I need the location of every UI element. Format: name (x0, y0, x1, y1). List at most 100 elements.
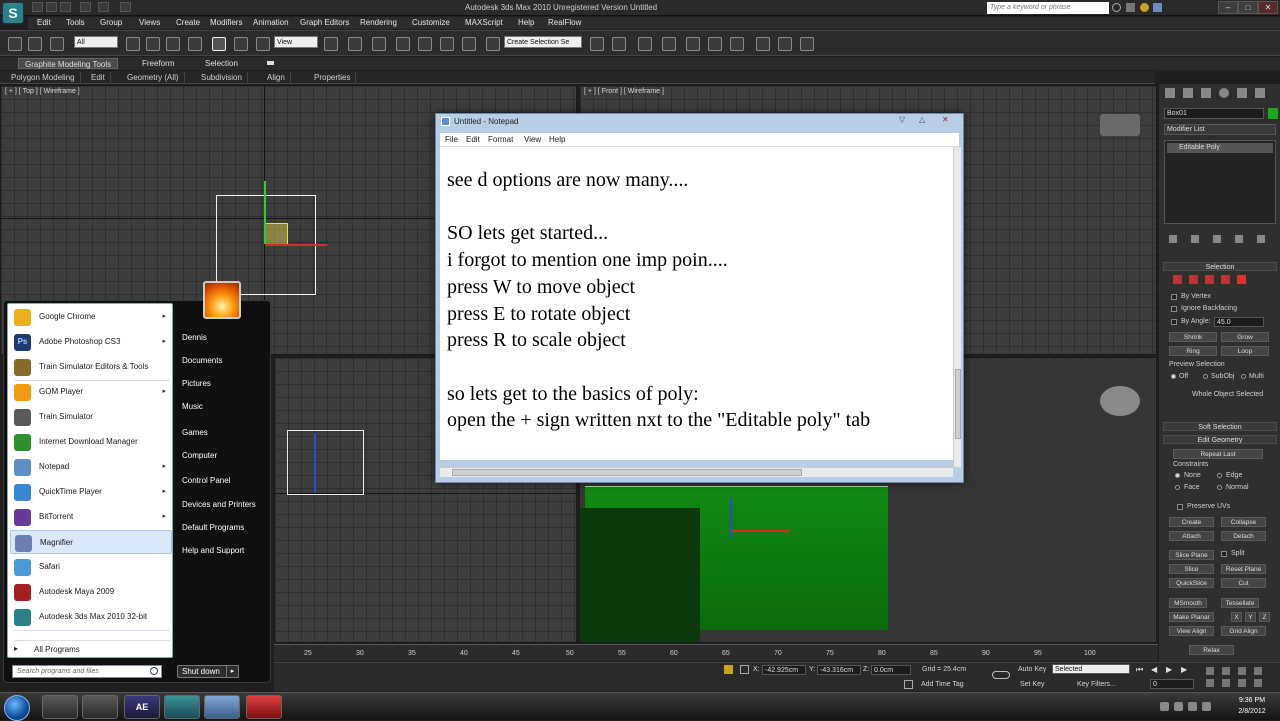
add-time-tag-button[interactable]: Add Time Tag (921, 681, 964, 688)
ignore-backfacing-checkbox[interactable] (1171, 306, 1177, 312)
select-and-move-icon[interactable] (212, 37, 226, 51)
viewport-top-label[interactable]: [ + ] [ Top ] [ Wireframe ] (5, 88, 80, 95)
shrink-button[interactable]: Shrink (1169, 332, 1217, 342)
object-name-field[interactable]: Box01 (1164, 108, 1264, 119)
select-by-name-icon[interactable] (146, 37, 160, 51)
rectangular-selection-icon[interactable] (166, 37, 180, 51)
planarize-z-button[interactable]: Z (1259, 612, 1270, 622)
tray-flag-icon[interactable] (1202, 702, 1211, 711)
element-level-icon[interactable] (1237, 275, 1246, 284)
zoom-extents-icon[interactable] (1238, 667, 1246, 675)
show-end-result-icon[interactable] (1191, 235, 1199, 243)
preview-off-radio[interactable] (1171, 374, 1176, 379)
taskbar-app-recorder[interactable] (246, 695, 282, 719)
start-menu-item[interactable]: QuickTime Player ▸ (10, 480, 172, 504)
notepad-horizontal-scrollbar[interactable] (440, 467, 953, 477)
help-icon[interactable] (1153, 3, 1162, 12)
favorites-icon[interactable] (1140, 3, 1149, 12)
taskbar-app-after-effects[interactable]: AE (124, 695, 160, 719)
modify-tab-icon[interactable] (1183, 88, 1193, 98)
zoom-extents-all-icon[interactable] (1254, 667, 1262, 675)
attach-button[interactable]: Attach (1169, 531, 1214, 541)
current-frame-field[interactable]: 0 (1150, 679, 1194, 689)
start-menu-item[interactable]: Internet Download Manager (10, 430, 172, 454)
tray-arrow-icon[interactable] (1160, 702, 1169, 711)
start-menu-link-computer[interactable]: Computer (182, 451, 217, 460)
key-icon[interactable] (992, 671, 1010, 679)
gizmo-y-axis[interactable] (264, 181, 266, 244)
repeat-last-button[interactable]: Repeat Last (1173, 449, 1263, 459)
start-menu-link-devices-and-printers[interactable]: Devices and Printers (182, 500, 256, 509)
start-menu-item[interactable]: Train Simulator (10, 405, 172, 429)
stack-item-editable-poly[interactable]: Editable Poly (1167, 143, 1273, 153)
minimize-button[interactable]: – (1218, 1, 1238, 14)
detach-button[interactable]: Detach (1221, 531, 1266, 541)
border-level-icon[interactable] (1205, 275, 1214, 284)
panel-edit[interactable]: Edit (86, 72, 111, 83)
ribbon-minimize-icon[interactable] (267, 61, 274, 65)
maximize-button[interactable]: △ (919, 115, 925, 124)
gizmo-x-axis[interactable] (265, 244, 327, 246)
panel-polygon-modeling[interactable]: Polygon Modeling (6, 72, 81, 83)
planarize-y-button[interactable]: Y (1245, 612, 1256, 622)
notepad-menu-view[interactable]: View (524, 135, 541, 144)
menu-edit[interactable]: Edit (37, 18, 51, 27)
edit-named-selection-icon[interactable] (486, 37, 500, 51)
start-menu-item[interactable]: BitTorrent ▸ (10, 505, 172, 529)
edit-geometry-rollout-header[interactable]: Edit Geometry (1163, 435, 1277, 444)
gizmo-z-axis[interactable] (730, 498, 732, 538)
start-menu-item[interactable]: Magnifier (10, 530, 172, 554)
taskbar-app-firefox[interactable] (42, 695, 78, 719)
start-menu-link-default-programs[interactable]: Default Programs (182, 523, 244, 532)
constraint-edge-radio[interactable] (1217, 473, 1222, 478)
menu-create[interactable]: Create (176, 18, 200, 27)
start-menu-item[interactable]: Google Chrome ▸ (10, 305, 172, 329)
render-production-icon[interactable] (800, 37, 814, 51)
by-vertex-checkbox[interactable] (1171, 294, 1177, 300)
redo-icon[interactable] (98, 2, 109, 12)
edge-level-icon[interactable] (1189, 275, 1198, 284)
link-icon[interactable] (8, 37, 22, 51)
bind-space-warp-icon[interactable] (50, 37, 64, 51)
viewcube-icon[interactable] (1100, 114, 1140, 136)
field-of-view-icon[interactable] (1206, 679, 1214, 687)
render-setup-icon[interactable] (756, 37, 770, 51)
loop-button[interactable]: Loop (1221, 346, 1269, 356)
by-angle-checkbox[interactable] (1171, 319, 1177, 325)
selection-lock-icon[interactable] (724, 665, 733, 674)
notepad-menu-help[interactable]: Help (549, 135, 565, 144)
selection-rollout-header[interactable]: Selection (1163, 262, 1277, 271)
curve-editor-icon[interactable] (686, 37, 700, 51)
gizmo-x-axis[interactable] (732, 530, 790, 532)
start-menu-item[interactable]: Notepad ▸ (10, 455, 172, 479)
modifier-list-combo[interactable]: Modifier List (1164, 124, 1276, 135)
remove-modifier-icon[interactable] (1235, 235, 1243, 243)
menu-maxscript[interactable]: MAXScript (465, 18, 503, 27)
utilities-tab-icon[interactable] (1255, 88, 1265, 98)
key-filters-button[interactable]: Key Filters... (1077, 681, 1116, 688)
search-icon[interactable] (150, 667, 158, 675)
object-color-swatch[interactable] (1268, 108, 1278, 119)
polygon-level-icon[interactable] (1221, 275, 1230, 284)
panel-subdivision[interactable]: Subdivision (196, 72, 248, 83)
grow-button[interactable]: Grow (1221, 332, 1269, 342)
gizmo-z-axis[interactable] (314, 433, 316, 493)
start-menu-link-control-panel[interactable]: Control Panel (182, 476, 230, 485)
tray-network-icon[interactable] (1174, 702, 1183, 711)
panel-geometry-all[interactable]: Geometry (All) (122, 72, 185, 83)
named-selection-set-combo[interactable]: Create Selection Se (504, 36, 582, 48)
start-menu-link-dennis[interactable]: Dennis (182, 333, 207, 342)
make-unique-icon[interactable] (1213, 235, 1221, 243)
start-menu-link-pictures[interactable]: Pictures (182, 379, 211, 388)
snaps-toggle-icon[interactable] (396, 37, 410, 51)
minimize-button[interactable]: ▽ (899, 115, 905, 124)
select-and-rotate-icon[interactable] (234, 37, 248, 51)
shutdown-options-arrow-icon[interactable]: ▸ (226, 665, 239, 678)
move-gizmo-plane[interactable] (265, 223, 288, 246)
align-icon[interactable] (612, 37, 626, 51)
menu-views[interactable]: Views (139, 18, 160, 27)
create-tab-icon[interactable] (1165, 88, 1175, 98)
select-and-scale-icon[interactable] (256, 37, 270, 51)
notepad-title-bar[interactable]: Untitled - Notepad ▽ △ ✕ (439, 115, 959, 129)
undo-icon[interactable] (80, 2, 91, 12)
